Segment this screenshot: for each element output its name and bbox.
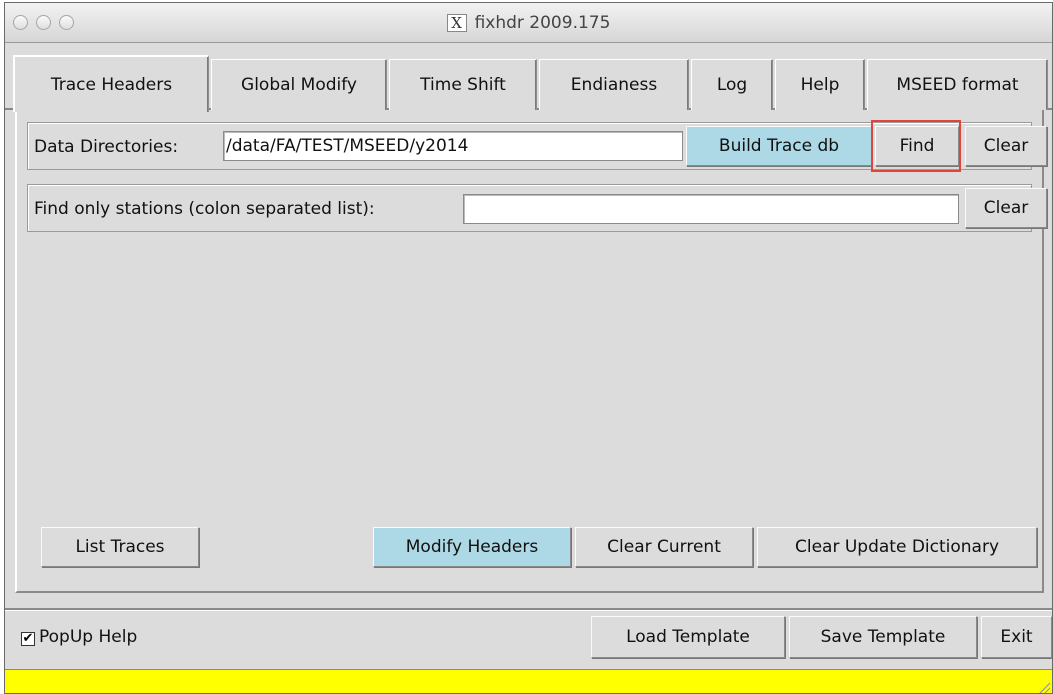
- tab-global-modify[interactable]: Global Modify: [211, 59, 387, 110]
- data-directories-row: Data Directories: /data/FA/TEST/MSEED/y2…: [27, 120, 1047, 172]
- bottom-bar: ✔ PopUp Help Load Template Save Template…: [5, 608, 1052, 663]
- modify-headers-button[interactable]: Modify Headers: [373, 527, 571, 567]
- title-bar: X fixhdr 2009.175: [5, 3, 1052, 43]
- find-button[interactable]: Find: [875, 126, 959, 166]
- tab-log[interactable]: Log: [691, 59, 773, 110]
- build-trace-db-button[interactable]: Build Trace db: [686, 126, 872, 166]
- tab-help[interactable]: Help: [775, 59, 865, 110]
- clear-current-button[interactable]: Clear Current: [575, 527, 753, 567]
- clear-update-dictionary-button[interactable]: Clear Update Dictionary: [757, 527, 1037, 567]
- stations-row: Find only stations (colon separated list…: [27, 184, 1047, 232]
- exit-button[interactable]: Exit: [981, 616, 1052, 658]
- clear-stations-button[interactable]: Clear: [965, 188, 1047, 228]
- popup-help-checkbox[interactable]: ✔: [21, 632, 35, 646]
- tab-trace-headers[interactable]: Trace Headers: [13, 55, 209, 112]
- popup-help-label: PopUp Help: [39, 627, 138, 647]
- tab-mseed-format[interactable]: MSEED format: [867, 59, 1048, 110]
- list-traces-button[interactable]: List Traces: [41, 527, 199, 567]
- tab-endianess[interactable]: Endianess: [539, 59, 689, 110]
- clear-directories-button[interactable]: Clear: [965, 126, 1047, 166]
- resize-grip-icon[interactable]: [1038, 681, 1050, 693]
- stations-label: Find only stations (colon separated list…: [34, 199, 375, 219]
- x11-icon: X: [446, 14, 467, 32]
- window-title-area: X fixhdr 2009.175: [5, 3, 1052, 43]
- data-directories-input[interactable]: /data/FA/TEST/MSEED/y2014: [223, 131, 683, 161]
- status-bar: [5, 669, 1052, 693]
- app-window: X fixhdr 2009.175 Trace Headers Global M…: [4, 2, 1053, 694]
- tab-time-shift[interactable]: Time Shift: [389, 59, 537, 110]
- window-title: fixhdr 2009.175: [474, 13, 611, 33]
- save-template-button[interactable]: Save Template: [789, 616, 977, 658]
- load-template-button[interactable]: Load Template: [591, 616, 785, 658]
- trace-headers-panel: Data Directories: /data/FA/TEST/MSEED/y2…: [15, 110, 1047, 593]
- tab-bar: Trace Headers Global Modify Time Shift E…: [5, 55, 1052, 112]
- data-directories-label: Data Directories:: [34, 137, 179, 157]
- stations-input[interactable]: [463, 194, 959, 224]
